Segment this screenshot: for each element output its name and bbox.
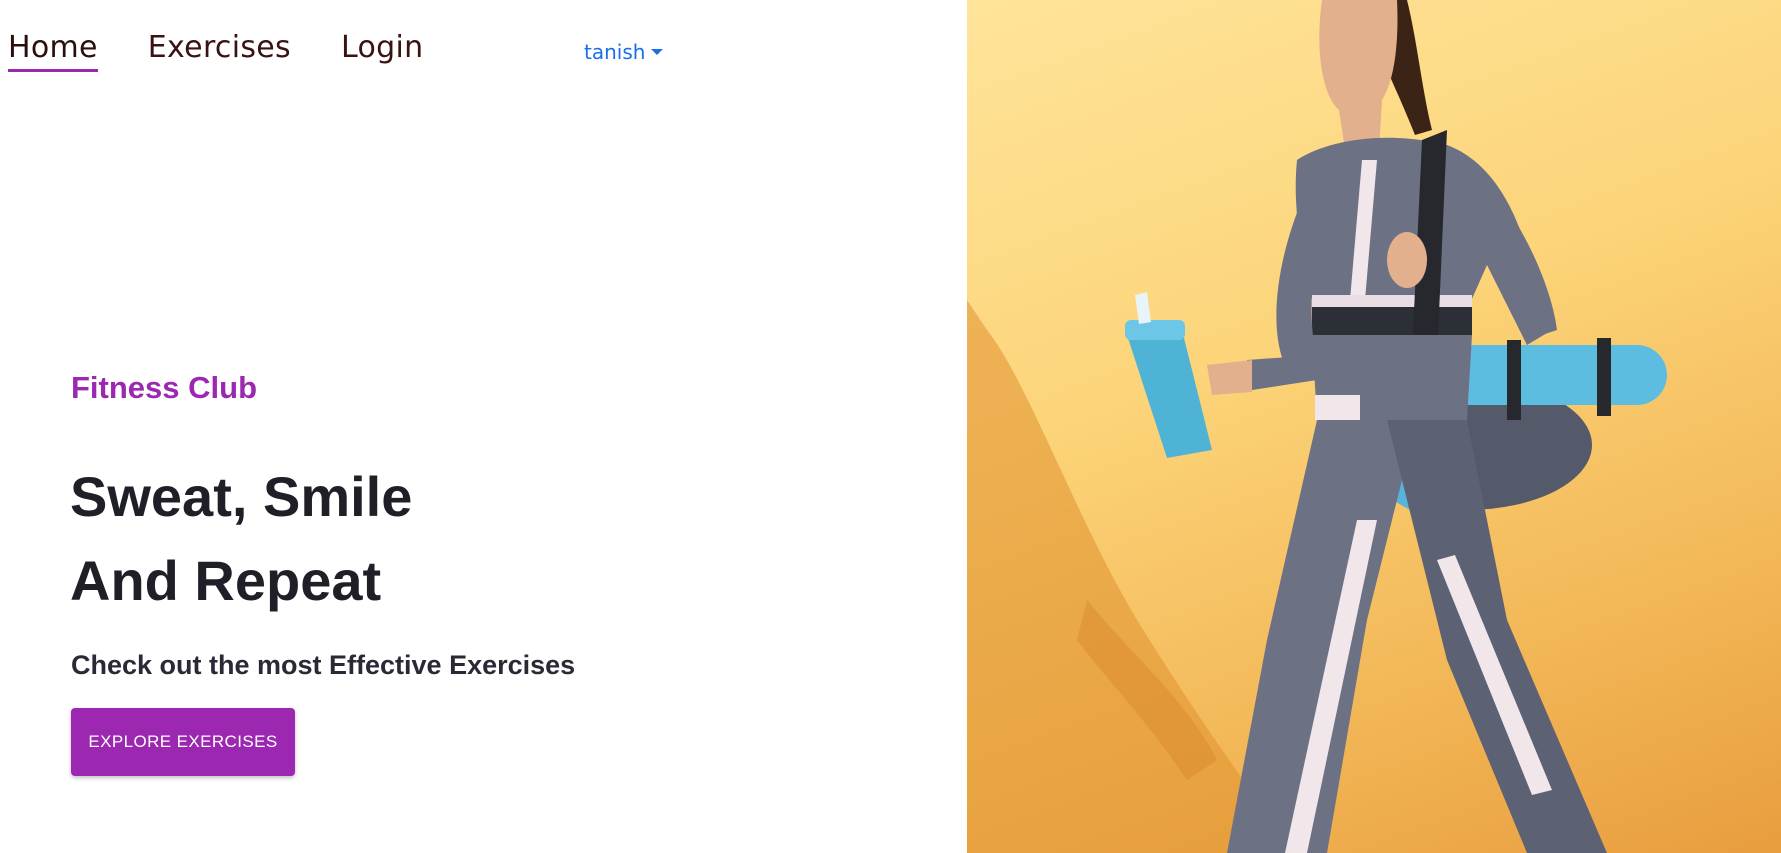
hero-image (967, 0, 1781, 853)
nav-login-link[interactable]: Login (341, 30, 423, 69)
user-menu-label: tanish (584, 40, 646, 64)
user-menu-dropdown[interactable]: tanish (584, 40, 664, 64)
hero-headline-line1: Sweat, Smile (70, 465, 413, 528)
hero-headline-line2: And Repeat (70, 549, 382, 612)
hero-headline: Sweat, Smile And Repeat (70, 455, 412, 623)
hero-subline: Check out the most Effective Exercises (71, 650, 576, 680)
fitness-woman-illustration (967, 0, 1667, 853)
nav-home-link[interactable]: Home (8, 30, 98, 72)
explore-exercises-button[interactable]: EXPLORE EXERCISES (71, 708, 295, 776)
nav-exercises-link[interactable]: Exercises (148, 30, 291, 69)
main-nav: Home Exercises Login (8, 30, 473, 72)
page: Home Exercises Login tanish Fitness Club… (0, 0, 1781, 853)
brand-label: Fitness Club (71, 370, 258, 405)
caret-down-icon (651, 49, 664, 55)
